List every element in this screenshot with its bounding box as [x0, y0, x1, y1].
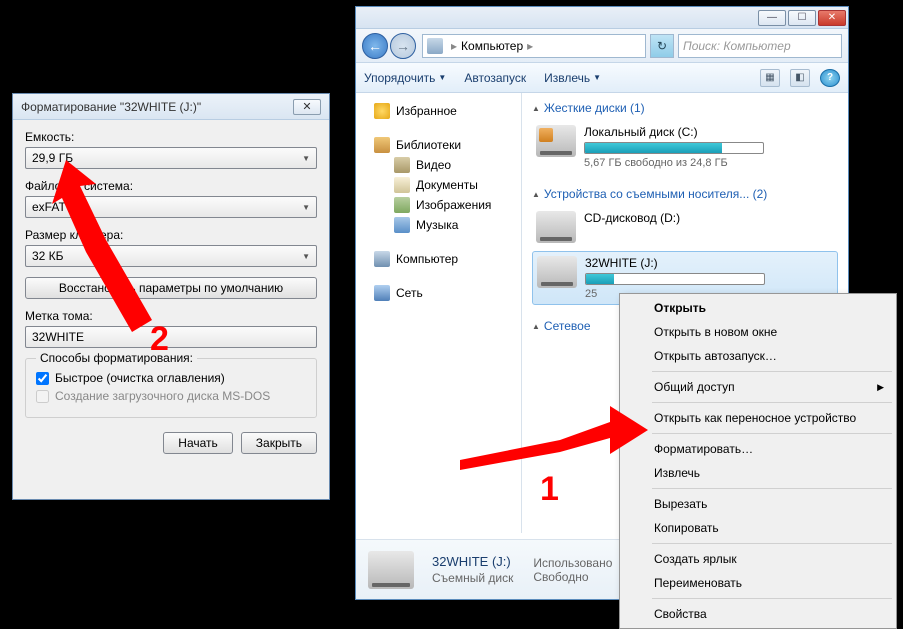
capacity-select[interactable]: 29,9 ГБ▼: [25, 147, 317, 169]
bootdisk-checkbox: Создание загрузочного диска MS-DOS: [36, 389, 306, 403]
minimize-button[interactable]: —: [758, 10, 786, 26]
computer-icon: [374, 251, 390, 267]
cluster-select[interactable]: 32 КБ▼: [25, 245, 317, 267]
format-methods-fieldset: Способы форматирования: Быстрое (очистка…: [25, 358, 317, 418]
filesystem-select[interactable]: exFAT▼: [25, 196, 317, 218]
nav-bar: ← → ▸ Компьютер ▸ ↻ Поиск: Компьютер: [356, 29, 848, 63]
removable-icon: [368, 551, 414, 589]
dialog-close-button[interactable]: ✕: [293, 99, 321, 115]
cancel-button[interactable]: Закрыть: [241, 432, 317, 454]
search-input[interactable]: Поиск: Компьютер: [678, 34, 842, 58]
music-icon: [394, 217, 410, 233]
ctx-copy[interactable]: Копировать: [622, 516, 894, 540]
capacity-label: Емкость:: [25, 130, 317, 144]
cd-icon: [536, 211, 576, 243]
sidebar-item-libraries[interactable]: Библиотеки: [356, 135, 521, 155]
sidebar-item-documents[interactable]: Документы: [356, 175, 521, 195]
status-drive-type: Съемный диск: [432, 571, 513, 585]
status-free-label: Свободно: [533, 570, 612, 584]
title-bar: — ☐ ✕: [356, 7, 848, 29]
sidebar-item-video[interactable]: Видео: [356, 155, 521, 175]
dialog-title-bar: Форматирование "32WHITE (J:)" ✕: [13, 94, 329, 120]
computer-icon: [427, 38, 443, 54]
ctx-open-autoplay[interactable]: Открыть автозапуск…: [622, 344, 894, 368]
drive-c[interactable]: Локальный диск (C:) 5,67 ГБ свободно из …: [532, 121, 838, 173]
methods-legend: Способы форматирования:: [36, 351, 197, 365]
volume-label: Метка тома:: [25, 309, 317, 323]
filesystem-label: Файловая система:: [25, 179, 317, 193]
navigation-pane: Избранное Библиотеки Видео Документы Изо…: [356, 93, 522, 533]
sidebar-item-favorites[interactable]: Избранное: [356, 101, 521, 121]
organize-menu[interactable]: Упорядочить▼: [364, 71, 446, 85]
forward-button[interactable]: →: [390, 33, 416, 59]
annotation-number-1: 1: [540, 470, 559, 509]
documents-icon: [394, 177, 410, 193]
cluster-label: Размер кластера:: [25, 228, 317, 242]
ctx-rename[interactable]: Переименовать: [622, 571, 894, 595]
help-icon[interactable]: ?: [820, 69, 840, 87]
eject-button[interactable]: Извлечь▼: [544, 71, 601, 85]
view-icon[interactable]: ▦: [760, 69, 780, 87]
sidebar-item-computer[interactable]: Компьютер: [356, 249, 521, 269]
restore-defaults-button[interactable]: Восстановить параметры по умолчанию: [25, 277, 317, 299]
autoplay-button[interactable]: Автозапуск: [464, 71, 526, 85]
breadcrumb-computer[interactable]: Компьютер: [461, 39, 523, 53]
preview-pane-icon[interactable]: ◧: [790, 69, 810, 87]
address-bar[interactable]: ▸ Компьютер ▸: [422, 34, 646, 58]
annotation-number-2: 2: [150, 320, 169, 359]
ctx-open[interactable]: Открыть: [622, 296, 894, 320]
star-icon: [374, 103, 390, 119]
back-button[interactable]: ←: [362, 33, 388, 59]
ctx-open-new-window[interactable]: Открыть в новом окне: [622, 320, 894, 344]
toolbar: Упорядочить▼ Автозапуск Извлечь▼ ▦ ◧ ?: [356, 63, 848, 93]
video-icon: [394, 157, 410, 173]
refresh-button[interactable]: ↻: [650, 34, 674, 58]
quick-format-checkbox[interactable]: Быстрое (очистка оглавления): [36, 371, 306, 385]
hdd-icon: [536, 125, 576, 157]
ctx-format[interactable]: Форматировать…: [622, 437, 894, 461]
sidebar-item-music[interactable]: Музыка: [356, 215, 521, 235]
libraries-icon: [374, 137, 390, 153]
ctx-share[interactable]: Общий доступ▶: [622, 375, 894, 399]
sidebar-item-images[interactable]: Изображения: [356, 195, 521, 215]
ctx-eject[interactable]: Извлечь: [622, 461, 894, 485]
ctx-create-shortcut[interactable]: Создать ярлык: [622, 547, 894, 571]
ctx-open-portable[interactable]: Открыть как переносное устройство: [622, 406, 894, 430]
start-button[interactable]: Начать: [163, 432, 233, 454]
removable-icon: [537, 256, 577, 288]
status-used-label: Использовано: [533, 556, 612, 570]
sidebar-item-network[interactable]: Сеть: [356, 283, 521, 303]
close-button[interactable]: ✕: [818, 10, 846, 26]
status-drive-name: 32WHITE (J:): [432, 554, 513, 569]
maximize-button[interactable]: ☐: [788, 10, 816, 26]
group-hard-disks[interactable]: ▲Жесткие диски (1): [532, 101, 838, 115]
dialog-title: Форматирование "32WHITE (J:)": [21, 100, 201, 114]
network-icon: [374, 285, 390, 301]
ctx-cut[interactable]: Вырезать: [622, 492, 894, 516]
drive-d[interactable]: CD-дисковод (D:): [532, 207, 838, 247]
volume-input[interactable]: 32WHITE: [25, 326, 317, 348]
format-dialog: Форматирование "32WHITE (J:)" ✕ Емкость:…: [12, 93, 330, 500]
group-removable[interactable]: ▲Устройства со съемными носителя... (2): [532, 187, 838, 201]
context-menu: Открыть Открыть в новом окне Открыть авт…: [619, 293, 897, 629]
images-icon: [394, 197, 410, 213]
